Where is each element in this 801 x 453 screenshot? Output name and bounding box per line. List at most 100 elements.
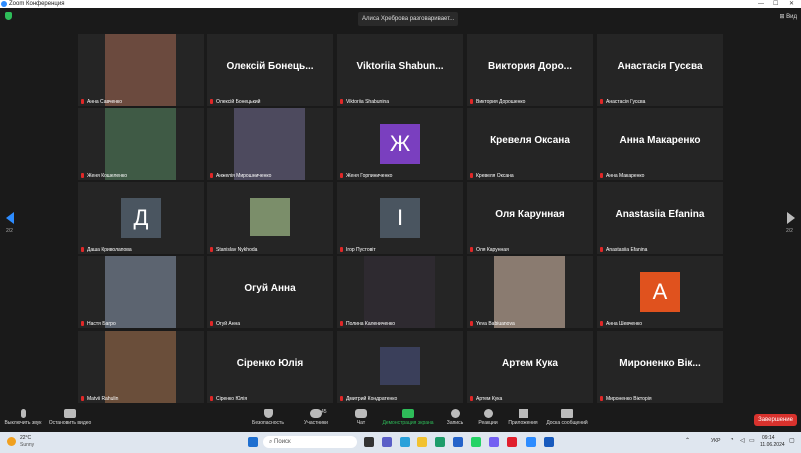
muted-mic-icon (470, 396, 473, 401)
whatsapp-icon[interactable] (471, 437, 481, 447)
taskbar-search[interactable]: ⌕ Поиск (263, 436, 357, 448)
notifications-icon[interactable]: ▢ (789, 437, 795, 444)
participant-tile[interactable]: Оля Карунная Оля Карунная (467, 182, 593, 254)
shield-icon (263, 409, 273, 418)
muted-mic-icon (81, 321, 84, 326)
minimize-icon[interactable]: — (758, 0, 764, 8)
participant-tile[interactable]: Артем Кука Артем Кука (467, 331, 593, 403)
zoom-taskbar-icon[interactable] (526, 437, 536, 447)
participant-tile[interactable]: Matvii Rahulin (78, 331, 204, 403)
participant-tile[interactable]: Настя Багро (78, 256, 204, 328)
participant-display-name: Олексій Бонець... (226, 61, 314, 72)
meeting-top-bar: Алиса Хреброва разговаривает... ⊞ Вид (0, 8, 801, 30)
viber-icon[interactable] (489, 437, 499, 447)
battery-icon[interactable]: ▭ (749, 437, 755, 444)
participant-tile[interactable]: Олексій Бонець... Олексій Бонецький (207, 34, 333, 106)
participant-tile[interactable]: Огуй Анна Огуй Анна (207, 256, 333, 328)
muted-mic-icon (470, 173, 473, 178)
task-view-icon[interactable] (364, 437, 374, 447)
participant-tile[interactable]: Stanislav Nykhoda (207, 182, 333, 254)
participant-video (105, 34, 176, 106)
microphone-icon (20, 409, 26, 418)
video-camera-icon (64, 409, 76, 418)
close-icon[interactable]: ✕ (789, 0, 794, 8)
participant-video (364, 256, 435, 328)
wifi-icon[interactable]: ◔ (730, 437, 734, 443)
participant-display-name: Артем Кука (502, 358, 558, 369)
participant-tile[interactable]: Д Даша Криволапова (78, 182, 204, 254)
participant-name: Виктория Дорошенко (476, 99, 526, 105)
record-button[interactable]: Запись (446, 409, 464, 426)
participant-tile[interactable]: Yeva Babiuanova (467, 256, 593, 328)
participant-display-name: Анна Макаренко (619, 135, 701, 146)
windows-start-icon[interactable] (248, 437, 258, 447)
participant-tile[interactable]: Анна Савченко (78, 34, 204, 106)
language-indicator[interactable]: УКР (711, 438, 720, 444)
participant-avatar: Ж (380, 124, 420, 164)
participant-tile[interactable]: Anastasiia Efanina Anastasiia Efanina (597, 182, 723, 254)
participant-name: Anastasiia Efanina (606, 247, 648, 253)
participant-tile[interactable]: Дмитрий Кондратенко (337, 331, 463, 403)
participant-name: Женя Горпиниченко (346, 173, 393, 179)
page-indicator-right: 2/2 (786, 228, 793, 234)
participant-name: Yeva Babiuanova (476, 321, 515, 327)
participant-tile[interactable]: Виктория Доро... Виктория Дорошенко (467, 34, 593, 106)
muted-mic-icon (470, 321, 473, 326)
muted-mic-icon (81, 99, 84, 104)
participant-tile[interactable]: Женя Кошеленко (78, 108, 204, 180)
encryption-shield-icon[interactable] (5, 12, 12, 20)
participant-tile[interactable]: Кревеля Оксана Кревеля Оксана (467, 108, 593, 180)
word-icon[interactable] (544, 437, 554, 447)
participant-video (494, 256, 565, 328)
prev-page-arrow-icon[interactable] (6, 212, 14, 224)
whiteboard-label: Доска сообщений (546, 420, 588, 426)
edge-icon[interactable] (435, 437, 445, 447)
clock-date[interactable]: 11.06.2024 (760, 442, 785, 448)
maximize-icon[interactable]: ☐ (773, 0, 778, 8)
participant-tile[interactable]: І Ігор Пустовіт (337, 182, 463, 254)
participant-tile[interactable]: А Анна Шевченко (597, 256, 723, 328)
view-button[interactable]: ⊞ Вид (779, 13, 797, 20)
participant-tile[interactable]: Viktoriia Shabun... Viktoriia Shabunina (337, 34, 463, 106)
security-button[interactable]: Безопасность (250, 409, 286, 426)
share-screen-button[interactable]: Демонстрация экрана (382, 409, 434, 426)
mute-button[interactable]: Выключить звук (3, 409, 43, 426)
participant-name: Анастасія Гусєва (606, 99, 646, 105)
volume-icon[interactable]: ◁ (740, 437, 745, 444)
muted-mic-icon (81, 247, 84, 252)
participant-tile[interactable]: Анастасія Гусєва Анастасія Гусєва (597, 34, 723, 106)
participant-tile[interactable]: Сіренко Юлія Сіренко Юлія (207, 331, 333, 403)
apps-button[interactable]: Приложения (508, 409, 538, 426)
window-title: Zoom Конференция (9, 1, 65, 7)
participant-display-name: Viktoriia Shabun... (356, 61, 444, 72)
opera-icon[interactable] (507, 437, 517, 447)
muted-mic-icon (210, 99, 213, 104)
next-page-arrow-icon[interactable] (787, 212, 795, 224)
participant-name: Мироненко Вікторія (606, 396, 652, 402)
weather-temp: 22°C (20, 435, 32, 441)
end-meeting-button[interactable]: Завершение (754, 414, 797, 426)
teams-icon[interactable] (382, 437, 392, 447)
reactions-button[interactable]: Реакции (477, 409, 499, 426)
participant-name: Кревеля Оксана (476, 173, 514, 179)
reactions-label: Реакции (478, 420, 498, 426)
participant-tile[interactable]: Полина Калениченко (337, 256, 463, 328)
participant-display-name: Кревеля Оксана (490, 135, 570, 146)
participant-name: Оля Карунная (476, 247, 509, 253)
participant-tile[interactable]: Мироненко Вік... Мироненко Вікторія (597, 331, 723, 403)
tray-chevron-icon[interactable]: ⌃ (685, 437, 690, 444)
stop-video-button[interactable]: Остановить видео (47, 409, 93, 426)
reactions-emoji-icon (483, 409, 493, 418)
participant-tile[interactable]: Ж Женя Горпиниченко (337, 108, 463, 180)
participant-display-name: Анастасія Гусєва (617, 61, 703, 72)
security-label: Безопасность (252, 420, 284, 426)
chat-button[interactable]: Чат (353, 409, 369, 426)
file-explorer-icon[interactable] (417, 437, 427, 447)
telegram-icon[interactable] (400, 437, 410, 447)
clock-time[interactable]: 09:14 (762, 435, 775, 441)
apps-label: Приложения (508, 420, 538, 426)
whiteboard-button[interactable]: Доска сообщений (545, 409, 589, 426)
store-icon[interactable] (453, 437, 463, 447)
participant-tile[interactable]: Анжелiя Мирошниченко (207, 108, 333, 180)
participant-tile[interactable]: Анна Макаренко Анна Макаренко (597, 108, 723, 180)
